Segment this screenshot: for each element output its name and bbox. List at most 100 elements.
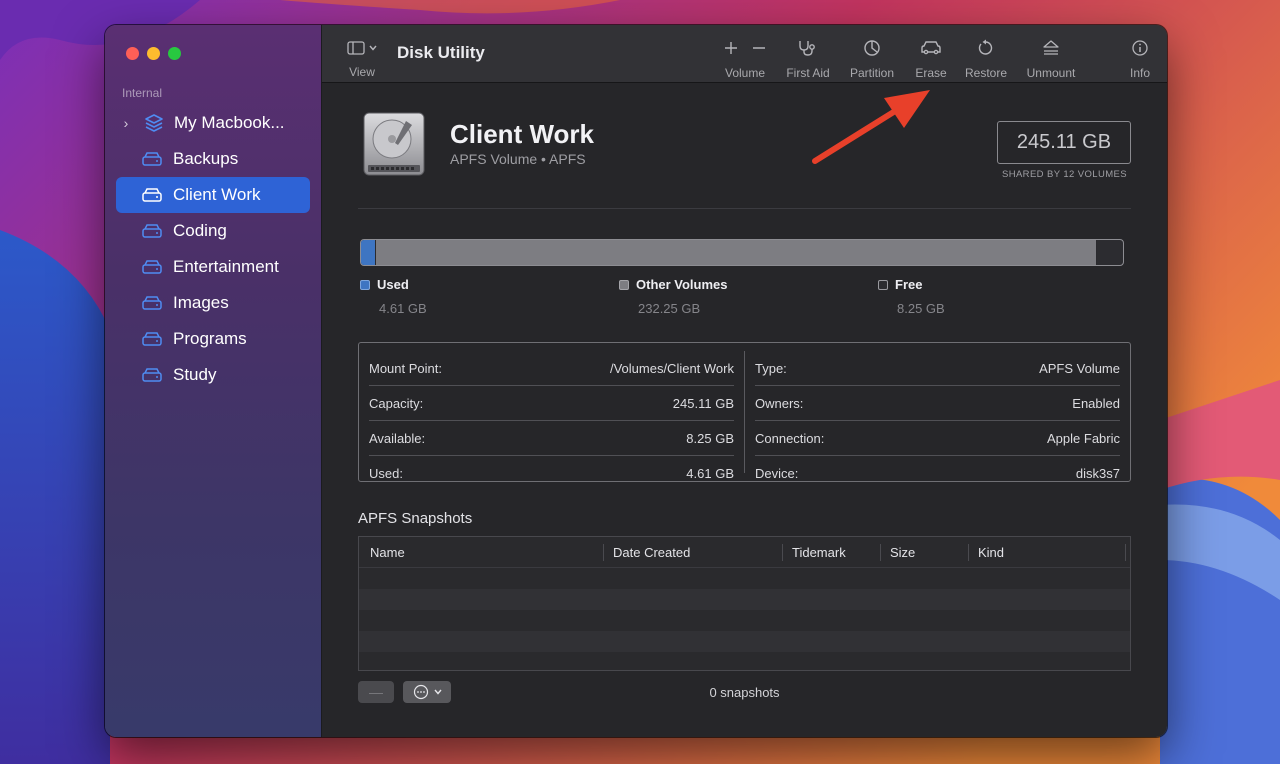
chevron-down-icon bbox=[433, 689, 442, 695]
column-header-size[interactable]: Size bbox=[880, 543, 968, 561]
legend-other-label: Other Volumes bbox=[636, 277, 728, 292]
info-value: Apple Fabric bbox=[1047, 430, 1120, 446]
pie-chart-icon bbox=[864, 40, 880, 56]
window-controls bbox=[126, 47, 181, 60]
restore-button[interactable]: Restore bbox=[960, 38, 1012, 80]
legend-free-label: Free bbox=[895, 277, 923, 292]
remove-icon[interactable] bbox=[752, 41, 766, 55]
snapshot-actions-button[interactable] bbox=[403, 681, 451, 703]
ellipsis-circle-icon bbox=[413, 684, 428, 700]
volume-button[interactable]: Volume bbox=[717, 38, 773, 80]
info-value: Enabled bbox=[1072, 395, 1120, 411]
snapshots-table: Name Date Created Tidemark Size Kind bbox=[358, 536, 1131, 671]
sidebar-item-label: Programs bbox=[173, 329, 247, 348]
erase-button[interactable]: Erase bbox=[908, 38, 954, 80]
eject-icon bbox=[1043, 40, 1059, 55]
info-key: Available: bbox=[369, 430, 426, 446]
info-label: Info bbox=[1129, 66, 1150, 80]
sidebar-list: › My Macbook... Backups Client Work Codi… bbox=[116, 105, 310, 393]
divider bbox=[358, 208, 1131, 209]
volume-name: Client Work bbox=[450, 119, 594, 149]
sidebar-item-study[interactable]: Study bbox=[116, 357, 310, 393]
shared-caption: SHARED BY 12 VOLUMES bbox=[1001, 169, 1127, 180]
info-row-type: Type: APFS Volume bbox=[755, 351, 1120, 386]
info-row-mount-point: Mount Point: /Volumes/Client Work bbox=[369, 351, 734, 386]
close-button[interactable] bbox=[126, 47, 139, 60]
legend-used-value: 4.61 GB bbox=[379, 301, 427, 316]
drive-icon bbox=[142, 224, 162, 238]
column-header-tidemark[interactable]: Tidemark bbox=[782, 543, 880, 561]
snapshots-title: APFS Snapshots bbox=[358, 510, 473, 527]
table-row bbox=[359, 610, 1130, 631]
info-key: Used: bbox=[369, 466, 403, 481]
table-row bbox=[359, 652, 1130, 673]
volume-details: Client Work APFS Volume • APFS 245.11 GB… bbox=[358, 83, 1131, 737]
info-key: Owners: bbox=[755, 395, 804, 411]
sidebar-item-backups[interactable]: Backups bbox=[116, 141, 310, 177]
table-row bbox=[359, 589, 1130, 610]
info-row-device: Device: disk3s7 bbox=[755, 456, 1120, 491]
add-icon[interactable] bbox=[724, 41, 738, 55]
sidebar-section-internal: Internal bbox=[122, 86, 163, 100]
restore-arrow-icon bbox=[978, 39, 993, 55]
info-row-owners: Owners: Enabled bbox=[755, 386, 1120, 421]
volume-capacity: 245.11 GB bbox=[997, 121, 1131, 164]
sidebar-item-label: Study bbox=[173, 365, 217, 384]
info-row-connection: Connection: Apple Fabric bbox=[755, 421, 1120, 456]
view-label: View bbox=[349, 65, 375, 79]
main-pane: View Disk Utility Volume First Aid Parti… bbox=[322, 25, 1167, 737]
legend-free: Free 8.25 GB bbox=[878, 277, 945, 316]
column-header-kind[interactable]: Kind bbox=[968, 543, 1126, 561]
sidebar-item-label: My Macbook... bbox=[174, 113, 285, 132]
info-button[interactable]: Info bbox=[1126, 38, 1154, 80]
zoom-button[interactable] bbox=[168, 47, 181, 60]
usage-segment-used bbox=[361, 240, 375, 265]
sidebar-item-label: Coding bbox=[173, 221, 227, 240]
erase-label: Erase bbox=[915, 66, 947, 80]
usage-bar bbox=[360, 239, 1124, 266]
sidebar-item-entertainment[interactable]: Entertainment bbox=[116, 249, 310, 285]
view-button[interactable]: View bbox=[344, 39, 380, 79]
used-swatch bbox=[360, 280, 370, 290]
sidebar-item-label: Entertainment bbox=[173, 257, 279, 276]
info-table: Mount Point: /Volumes/Client Work Capacit… bbox=[358, 342, 1131, 482]
legend-other: Other Volumes 232.25 GB bbox=[619, 277, 728, 316]
sidebar-item-label: Backups bbox=[173, 149, 239, 168]
sidebar-item-client-work[interactable]: Client Work bbox=[116, 177, 310, 213]
sidebar-item-my-macbook[interactable]: › My Macbook... bbox=[116, 105, 310, 141]
volume-subtitle: APFS Volume • APFS bbox=[450, 151, 586, 167]
info-value: 245.11 GB bbox=[672, 395, 734, 411]
minimize-button[interactable] bbox=[147, 47, 160, 60]
info-column-left: Mount Point: /Volumes/Client Work Capacit… bbox=[359, 351, 745, 481]
sidebar-item-coding[interactable]: Coding bbox=[116, 213, 310, 249]
chevron-down-icon bbox=[369, 45, 377, 51]
column-header-date-created[interactable]: Date Created bbox=[603, 543, 782, 561]
first-aid-button[interactable]: First Aid bbox=[780, 38, 836, 80]
partition-button[interactable]: Partition bbox=[844, 38, 900, 80]
drive-icon bbox=[142, 296, 162, 310]
info-row-capacity: Capacity: 245.11 GB bbox=[369, 386, 734, 421]
remove-snapshot-button[interactable]: — bbox=[358, 681, 394, 703]
drive-icon bbox=[142, 188, 162, 202]
info-value: disk3s7 bbox=[1075, 466, 1120, 481]
app-title: Disk Utility bbox=[397, 43, 485, 62]
disclosure-chevron-icon[interactable]: › bbox=[118, 115, 134, 131]
column-header-name[interactable]: Name bbox=[359, 544, 603, 561]
stacked-layers-icon bbox=[144, 113, 164, 133]
sidebar-item-images[interactable]: Images bbox=[116, 285, 310, 321]
volume-label: Volume bbox=[724, 66, 766, 80]
unmount-label: Unmount bbox=[1026, 66, 1076, 80]
info-value: APFS Volume bbox=[1039, 360, 1120, 376]
unmount-button[interactable]: Unmount bbox=[1020, 38, 1082, 80]
first-aid-label: First Aid bbox=[786, 66, 830, 80]
info-key: Capacity: bbox=[369, 395, 424, 411]
info-key: Connection: bbox=[755, 430, 825, 446]
table-row bbox=[359, 631, 1130, 652]
sidebar-item-label: Images bbox=[173, 293, 229, 312]
info-column-right: Type: APFS Volume Owners: Enabled Connecti… bbox=[745, 351, 1130, 481]
sidebar-toggle-icon bbox=[347, 41, 365, 55]
sidebar-item-label: Client Work bbox=[173, 185, 261, 204]
legend-free-value: 8.25 GB bbox=[897, 301, 945, 316]
sidebar-item-programs[interactable]: Programs bbox=[116, 321, 310, 357]
free-swatch bbox=[878, 280, 888, 290]
